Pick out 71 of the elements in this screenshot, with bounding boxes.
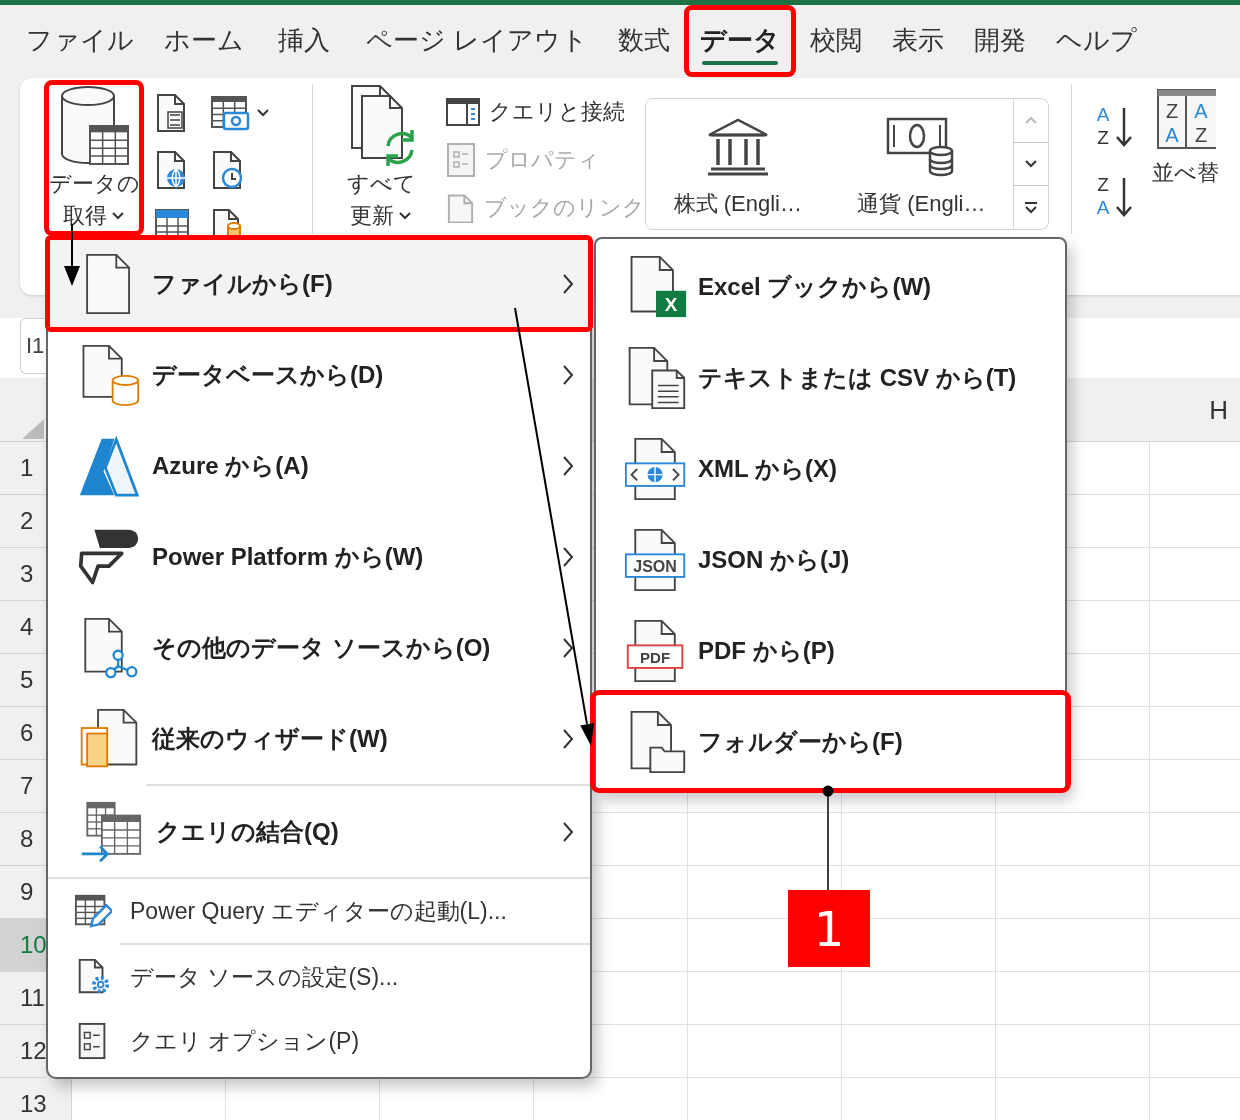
ribbon-tab[interactable]: 開発: [962, 8, 1039, 73]
toolbar-button[interactable]: [210, 93, 270, 133]
menu-item[interactable]: データベースから(D): [48, 329, 590, 420]
toolbar-button[interactable]: [154, 208, 190, 238]
toolbar-button[interactable]: [210, 150, 244, 190]
a-shape-logo-icon: [78, 434, 140, 497]
chevron-right-icon: [562, 454, 574, 477]
ribbon-tab[interactable]: 数式: [606, 8, 683, 73]
refresh-all-button[interactable]: すべて 更新: [335, 84, 427, 232]
expand-icon: [1023, 200, 1039, 215]
data-type-button[interactable]: 通貨 (Engli…: [829, 99, 1013, 229]
sort-table-icon: Z A A Z: [1155, 88, 1216, 152]
sort-button[interactable]: Z A A Z 並べ替: [1152, 88, 1219, 188]
menu-item[interactable]: クエリの結合(Q): [48, 786, 590, 877]
chevron-down-icon: [111, 211, 125, 221]
chevron-right-icon: [562, 820, 574, 843]
ribbon-command[interactable]: クエリと接続: [445, 88, 645, 136]
table-header-icon: [154, 208, 190, 238]
chevron-down-icon: [398, 211, 412, 221]
property-list-icon: [445, 142, 477, 178]
table-camera-icon: [210, 93, 250, 133]
chevron-right-icon: [562, 636, 574, 659]
ribbon-tab[interactable]: ページ レイアウト: [354, 8, 601, 73]
chevron-right-icon: [562, 272, 574, 295]
menu-item[interactable]: Azure から(A): [48, 420, 590, 511]
menu-item[interactable]: PDF PDF から(P): [596, 605, 1065, 696]
ribbon-tab[interactable]: ホーム: [152, 8, 256, 73]
ribbon-tab[interactable]: 校閲: [798, 8, 875, 73]
menu-item[interactable]: XML から(X): [596, 423, 1065, 514]
menu-item[interactable]: その他のデータ ソースから(O): [48, 602, 590, 693]
panel-icon: [445, 96, 481, 128]
menu-item[interactable]: テキストまたは CSV から(T): [596, 332, 1065, 423]
menu-item[interactable]: フォルダーから(F): [596, 696, 1065, 787]
column-header[interactable]: H: [1150, 378, 1240, 442]
toolbar-button[interactable]: [210, 208, 244, 238]
step-number: 1: [788, 890, 870, 967]
menu-item[interactable]: クエリ オプション(P): [48, 1009, 590, 1073]
row-header[interactable]: 10: [0, 919, 46, 972]
row-header[interactable]: 13: [0, 1078, 46, 1120]
ribbon-tab[interactable]: 表示: [880, 8, 957, 73]
chevron-down-icon: [1024, 159, 1038, 169]
menu-item[interactable]: Power Query エディターの起動(L)...: [48, 879, 590, 943]
data-type-button[interactable]: 株式 (Engli…: [646, 99, 830, 229]
menu-item[interactable]: データ ソースの設定(S)...: [48, 945, 590, 1009]
menu-item[interactable]: X Excel ブックから(W): [596, 241, 1065, 332]
menu-item[interactable]: JSON JSON から(J): [596, 514, 1065, 605]
get-data-button[interactable]: データの 取得: [48, 84, 140, 232]
database-table-icon: [58, 84, 130, 168]
name-box[interactable]: I1: [20, 318, 46, 374]
document-link-icon: [445, 193, 476, 223]
document-database-icon: [210, 208, 244, 238]
chevron-up-icon: [1024, 115, 1038, 126]
chevron-right-icon: [562, 363, 574, 386]
chevron-right-icon: [562, 727, 574, 750]
ribbon-tab[interactable]: 挿入: [266, 8, 342, 73]
chevron-right-icon: [562, 545, 574, 568]
menu-item[interactable]: 従来のウィザード(W): [48, 693, 590, 784]
toolbar-button[interactable]: [154, 150, 188, 190]
ribbon-tab[interactable]: ファイル: [14, 8, 146, 73]
document-globe-icon: [154, 150, 188, 190]
ribbon-tab[interactable]: ヘルプ: [1044, 8, 1150, 73]
menu-item[interactable]: ファイルから(F): [48, 238, 590, 329]
table-pencil-icon: [74, 892, 112, 930]
documents-stack-icon: [78, 707, 140, 770]
menu-item[interactable]: Power Platform から(W): [48, 511, 590, 602]
document-lines-icon: [154, 93, 188, 133]
document-clock-icon: [210, 150, 244, 190]
documents-refresh-icon: [348, 84, 414, 168]
code-file-icon: [624, 436, 688, 501]
chevron-down-icon: [256, 108, 270, 118]
toolbar-button[interactable]: [154, 93, 188, 133]
